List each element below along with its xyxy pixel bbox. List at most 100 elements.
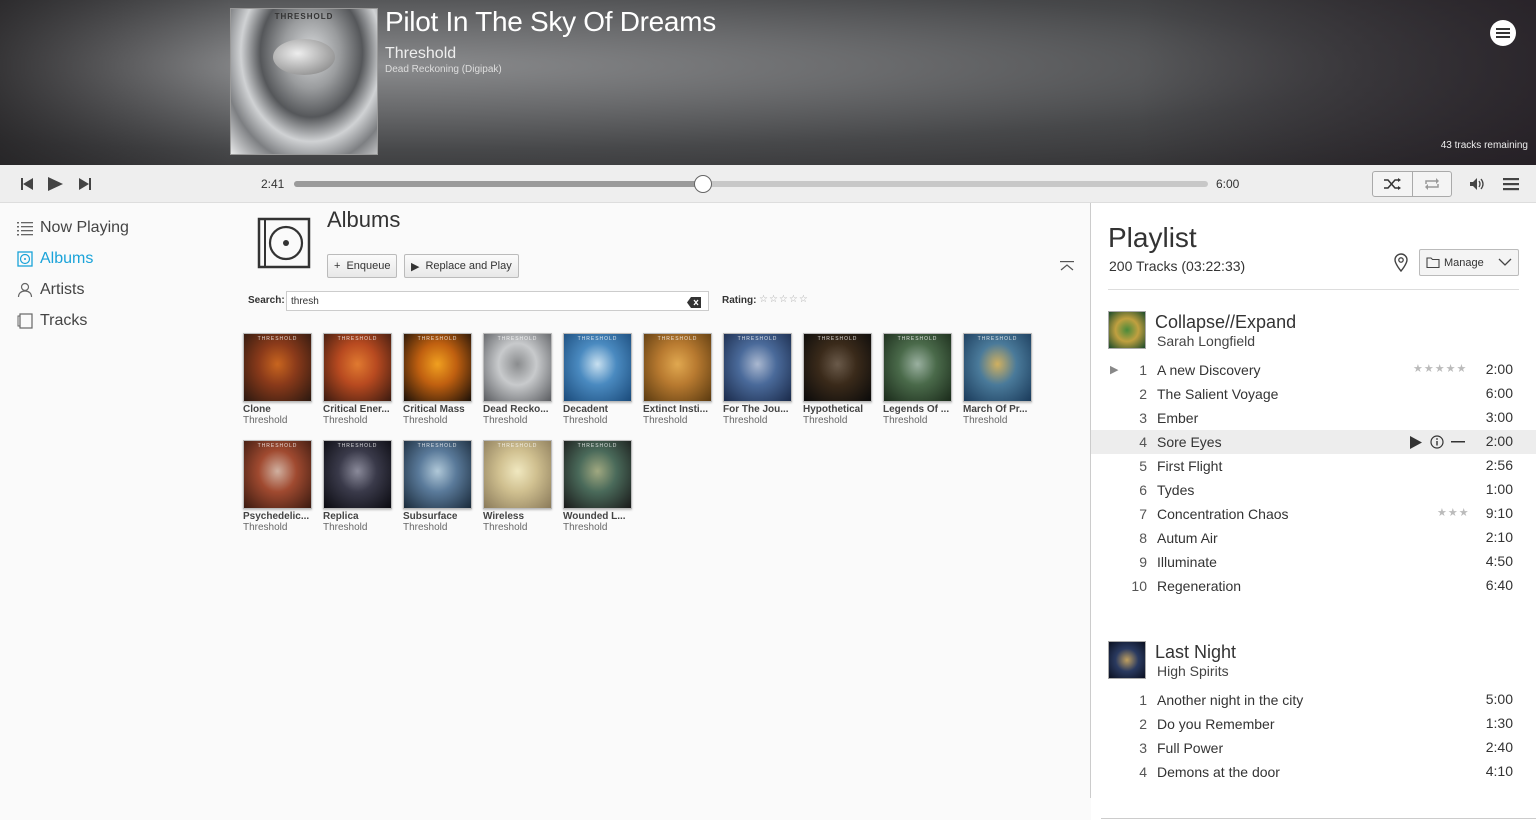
chevron-down-icon [1498,258,1512,266]
search-label: Search: [248,295,285,306]
album-cover[interactable]: THRESHOLD [323,333,392,402]
album-card[interactable]: THRESHOLD Clone Threshold [243,333,315,426]
rating-filter[interactable]: ☆☆☆☆☆ [759,294,809,305]
manage-label: Manage [1444,256,1484,269]
replace-and-play-button[interactable]: ▶ Replace and Play [404,254,519,278]
group-title[interactable]: Collapse//Expand [1155,312,1296,333]
album-name: March Of Pr... [963,404,1028,415]
album-card[interactable]: THRESHOLD For The Jou... Threshold [723,333,795,426]
track-name: First Flight [1157,458,1223,474]
play-track-button[interactable] [1408,433,1424,451]
sidebar-item-tracks[interactable]: Tracks [16,310,87,332]
album-card[interactable]: THRESHOLD Wounded L... Threshold [563,440,635,533]
album-card[interactable]: THRESHOLD March Of Pr... Threshold [963,333,1035,426]
track-rating[interactable]: ★★★ [1437,506,1470,519]
clear-search-button[interactable] [687,295,701,308]
manage-dropdown[interactable]: Manage [1419,249,1519,276]
track-row[interactable]: 9 Illuminate 4:50 [1091,550,1536,574]
album-cover[interactable]: THRESHOLD [483,440,552,509]
track-row[interactable]: 6 Tydes 1:00 [1091,478,1536,502]
shuffle-button[interactable] [1373,172,1413,196]
track-row[interactable]: 1 Another night in the city 5:00 [1091,688,1536,712]
backspace-icon [687,297,701,308]
album-card[interactable]: THRESHOLD Decadent Threshold [563,333,635,426]
progress-slider[interactable] [294,175,1208,193]
header-menu-button[interactable] [1490,20,1516,46]
album-cover[interactable]: THRESHOLD [963,333,1032,402]
volume-button[interactable] [1468,175,1486,193]
album-cover[interactable]: THRESHOLD [563,440,632,509]
group-artist[interactable]: High Spirits [1157,663,1229,679]
album-cover[interactable]: THRESHOLD [323,440,392,509]
album-card[interactable]: THRESHOLD Extinct Insti... Threshold [643,333,715,426]
track-duration: 5:00 [1485,691,1513,707]
track-info-button[interactable] [1429,433,1445,451]
track-name: A new Discovery [1157,362,1261,378]
sidebar-item-now-playing[interactable]: Now Playing [16,217,129,239]
map-pin-icon [1394,253,1408,273]
track-row[interactable]: 8 Autum Air 2:10 [1091,526,1536,550]
track-row[interactable]: 3 Ember 3:00 [1091,406,1536,430]
track-row[interactable]: ▶ 1 A new Discovery ★★★★★ 2:00 [1091,358,1536,382]
track-name: Another night in the city [1157,692,1304,708]
next-button[interactable] [76,175,94,193]
play-button[interactable] [46,175,64,193]
track-row[interactable]: 5 First Flight 2:56 [1091,454,1536,478]
tracks-remaining: 43 tracks remaining [1440,140,1528,151]
search-input[interactable] [286,291,709,311]
sidebar-item-artists[interactable]: Artists [16,279,84,301]
album-cover[interactable]: THRESHOLD [803,333,872,402]
track-row[interactable]: 7 Concentration Chaos ★★★ 9:10 [1091,502,1536,526]
main-menu-button[interactable] [1502,175,1520,193]
album-cover[interactable]: THRESHOLD [243,333,312,402]
album-artist: Threshold [243,415,288,426]
track-row[interactable]: 2 The Salient Voyage 6:00 [1091,382,1536,406]
album-card[interactable]: THRESHOLD Replica Threshold [323,440,395,533]
track-row[interactable]: 4 Sore Eyes 2:00 [1091,430,1536,454]
track-duration: 2:10 [1485,529,1513,545]
album-card[interactable]: THRESHOLD Hypothetical Threshold [803,333,875,426]
album-card[interactable]: THRESHOLD Psychedelic... Threshold [243,440,315,533]
album-cover[interactable]: THRESHOLD [243,440,312,509]
track-rating[interactable]: ★★★★★ [1413,362,1467,375]
album-artist: Threshold [483,522,528,533]
track-row[interactable]: 3 Full Power 2:40 [1091,736,1536,760]
album-card[interactable]: THRESHOLD Critical Ener... Threshold [323,333,395,426]
album-cover[interactable]: THRESHOLD [403,440,472,509]
divider [1108,289,1519,290]
track-row[interactable]: 2 Do you Remember 1:30 [1091,712,1536,736]
album-card[interactable]: THRESHOLD Wireless Threshold [483,440,555,533]
now-playing-album[interactable]: Dead Reckoning (Digipak) [385,64,502,75]
album-card[interactable]: THRESHOLD Legends Of ... Threshold [883,333,955,426]
track-name: Tydes [1157,482,1195,498]
album-cover[interactable]: THRESHOLD [643,333,712,402]
album-cover[interactable]: THRESHOLD [563,333,632,402]
album-cover[interactable]: THRESHOLD [723,333,792,402]
locate-current-button[interactable] [1394,253,1410,273]
cover-logo: THRESHOLD [657,336,698,342]
previous-button[interactable] [18,175,36,193]
group-title[interactable]: Last Night [1155,642,1236,663]
group-artist[interactable]: Sarah Longfield [1157,333,1255,349]
album-cover[interactable]: THRESHOLD [483,333,552,402]
repeat-button[interactable] [1413,172,1452,196]
album-card[interactable]: THRESHOLD Subsurface Threshold [403,440,475,533]
progress-handle[interactable] [693,175,712,193]
enqueue-button[interactable]: + Enqueue [327,254,398,278]
album-card[interactable]: THRESHOLD Critical Mass Threshold [403,333,475,426]
album-card[interactable]: THRESHOLD Dead Recko... Threshold [483,333,555,426]
playlist-summary: 200 Tracks (03:22:33) [1109,258,1246,274]
cover-moon [273,39,335,75]
now-playing-header: THRESHOLD Pilot In The Sky Of Dreams Thr… [0,0,1536,165]
list-icon [16,220,33,237]
album-name: Hypothetical [803,404,864,415]
album-cover[interactable]: THRESHOLD [403,333,472,402]
track-row[interactable]: 10 Regeneration 6:40 [1091,574,1536,598]
album-cover[interactable]: THRESHOLD [883,333,952,402]
remove-track-button[interactable] [1450,433,1466,451]
collapse-button[interactable] [1059,259,1075,273]
sidebar-item-label: Now Playing [40,219,129,236]
track-row[interactable]: 4 Demons at the door 4:10 [1091,760,1536,784]
now-playing-artist[interactable]: Threshold [385,45,456,63]
sidebar-item-albums[interactable]: Albums [16,248,93,270]
